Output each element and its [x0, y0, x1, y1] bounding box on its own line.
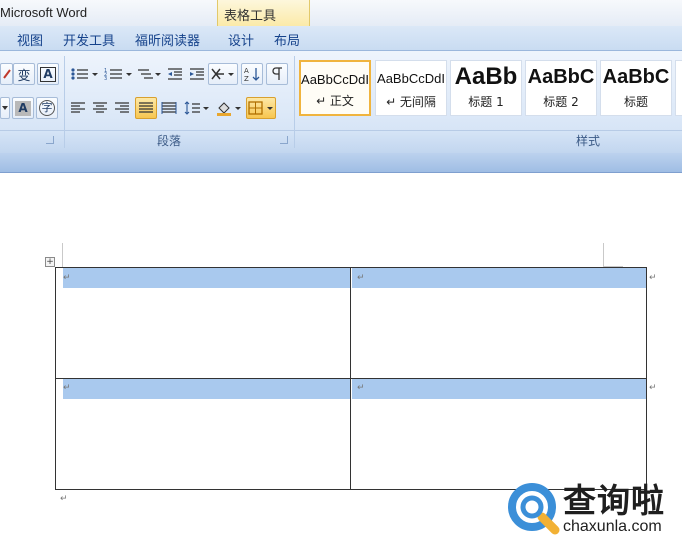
borders-icon [248, 101, 273, 115]
borders-button[interactable] [246, 97, 276, 119]
cell-end-mark: ↵ [63, 273, 71, 283]
decrease-indent-button[interactable] [164, 63, 186, 85]
ruler-band [0, 153, 682, 173]
cell-end-mark: ↵ [63, 383, 71, 393]
character-shading-icon: A [15, 100, 31, 116]
style-name: 标题 1 [468, 95, 504, 109]
align-center-button[interactable] [90, 97, 110, 119]
ribbon-tab-row: 视图 开发工具 福昕阅读器 设计 布局 [0, 26, 682, 51]
sort-button[interactable]: AZ [241, 63, 263, 85]
enclose-characters-button[interactable]: 字 [36, 97, 58, 119]
font-color-dropdown[interactable] [0, 97, 10, 119]
page-corner-mark-right [603, 243, 604, 267]
paragraph-group-label: 段落 [157, 134, 182, 148]
svg-text:Z: Z [244, 75, 249, 82]
numbering-button[interactable]: 123 [102, 63, 136, 85]
search-magnifier-logo-icon [508, 483, 560, 535]
style-heading-2[interactable]: AaBbC 标题 2 [525, 60, 597, 116]
style-next-partial[interactable] [675, 60, 682, 116]
phonetic-guide-button[interactable]: 变 [13, 63, 35, 85]
font-group-separator [64, 56, 65, 148]
align-left-icon [71, 102, 85, 113]
bullets-icon [71, 68, 98, 80]
page-corner-mark-left [62, 243, 63, 267]
style-name: ↵ 无间隔 [386, 95, 436, 109]
multilevel-list-button[interactable] [136, 63, 162, 85]
align-left-button[interactable] [68, 97, 88, 119]
cell-end-mark: ↵ [357, 273, 365, 283]
line-spacing-button[interactable] [182, 97, 212, 119]
style-name: 标题 [623, 95, 648, 109]
character-border-icon: A [40, 66, 56, 82]
table-tools-context-group: 表格工具 [217, 0, 310, 26]
tab-view[interactable]: 视图 [17, 30, 43, 49]
style-sample: AaBbC [602, 66, 670, 88]
increase-indent-icon [190, 68, 204, 80]
watermark: 查询啦 chaxunla.com [505, 474, 682, 544]
cell-end-mark: ↵ [357, 383, 365, 393]
tab-layout[interactable]: 布局 [274, 30, 300, 49]
table-cell-1-1-selection[interactable] [63, 268, 350, 288]
numbering-icon: 123 [104, 68, 132, 81]
paragraph-mark-icon [272, 67, 282, 80]
title-bar: Microsoft Word 表格工具 [0, 0, 682, 26]
clear-format-button[interactable] [0, 63, 13, 85]
increase-indent-button[interactable] [186, 63, 208, 85]
chinese-layout-button[interactable] [208, 63, 238, 85]
watermark-brand-text: 查询啦 [563, 481, 665, 520]
table-cell-1-2-selection[interactable] [352, 268, 646, 288]
sort-icon: AZ [244, 67, 260, 82]
svg-text:3: 3 [104, 76, 107, 81]
show-hide-marks-button[interactable] [266, 63, 288, 85]
enclose-characters-icon: 字 [39, 100, 55, 116]
chinese-layout-icon [211, 68, 234, 80]
justify-button[interactable] [135, 97, 157, 119]
style-heading-1[interactable]: AaBb 标题 1 [450, 60, 522, 116]
align-right-button[interactable] [112, 97, 132, 119]
table-cell-2-1-selection[interactable] [63, 379, 350, 399]
svg-text:A: A [244, 67, 249, 75]
tab-design[interactable]: 设计 [228, 30, 254, 49]
style-title[interactable]: AaBbC 标题 [600, 60, 672, 116]
paragraph-dialog-launcher-icon[interactable] [280, 136, 288, 144]
style-sample: AaBbCcDdI [377, 71, 445, 86]
font-dialog-launcher-icon[interactable] [46, 136, 54, 144]
character-shading-button[interactable]: A [12, 97, 34, 119]
multilevel-list-icon [138, 69, 161, 79]
app-title: Microsoft Word [0, 5, 88, 20]
style-sample: AaBb [454, 63, 518, 90]
style-sample: AaBbC [527, 66, 595, 88]
align-right-icon [115, 102, 129, 113]
character-border-button[interactable]: A [37, 63, 59, 85]
row-end-mark: ↵ [649, 383, 657, 393]
row-end-mark: ↵ [649, 273, 657, 283]
paragraph-mark: ↵ [60, 494, 68, 504]
phonetic-guide-icon: 变 [17, 68, 31, 84]
decrease-indent-icon [168, 68, 182, 80]
style-name: ↵ 正文 [316, 94, 354, 108]
distributed-icon [161, 102, 177, 114]
align-center-icon [93, 102, 107, 113]
table-move-handle[interactable]: + [45, 257, 55, 267]
bullets-button[interactable] [68, 63, 102, 85]
style-normal[interactable]: AaBbCcDdI ↵ 正文 [299, 60, 371, 116]
line-spacing-icon [184, 101, 209, 115]
tab-developer[interactable]: 开发工具 [63, 30, 115, 49]
style-name: 标题 2 [543, 95, 579, 109]
justify-icon [139, 102, 153, 113]
distributed-button[interactable] [159, 97, 179, 119]
shading-button[interactable] [214, 97, 244, 119]
context-group-label: 表格工具 [224, 9, 277, 24]
style-sample: AaBbCcDdI [301, 72, 369, 87]
table-cell-2-2-selection[interactable] [352, 379, 646, 399]
tab-foxit-reader[interactable]: 福昕阅读器 [135, 30, 200, 49]
style-no-spacing[interactable]: AaBbCcDdI ↵ 无间隔 [375, 60, 447, 116]
styles-group-label: 样式 [576, 134, 601, 148]
paragraph-group-separator [294, 56, 295, 148]
watermark-url: chaxunla.com [563, 518, 662, 535]
paint-bucket-icon [217, 102, 241, 116]
